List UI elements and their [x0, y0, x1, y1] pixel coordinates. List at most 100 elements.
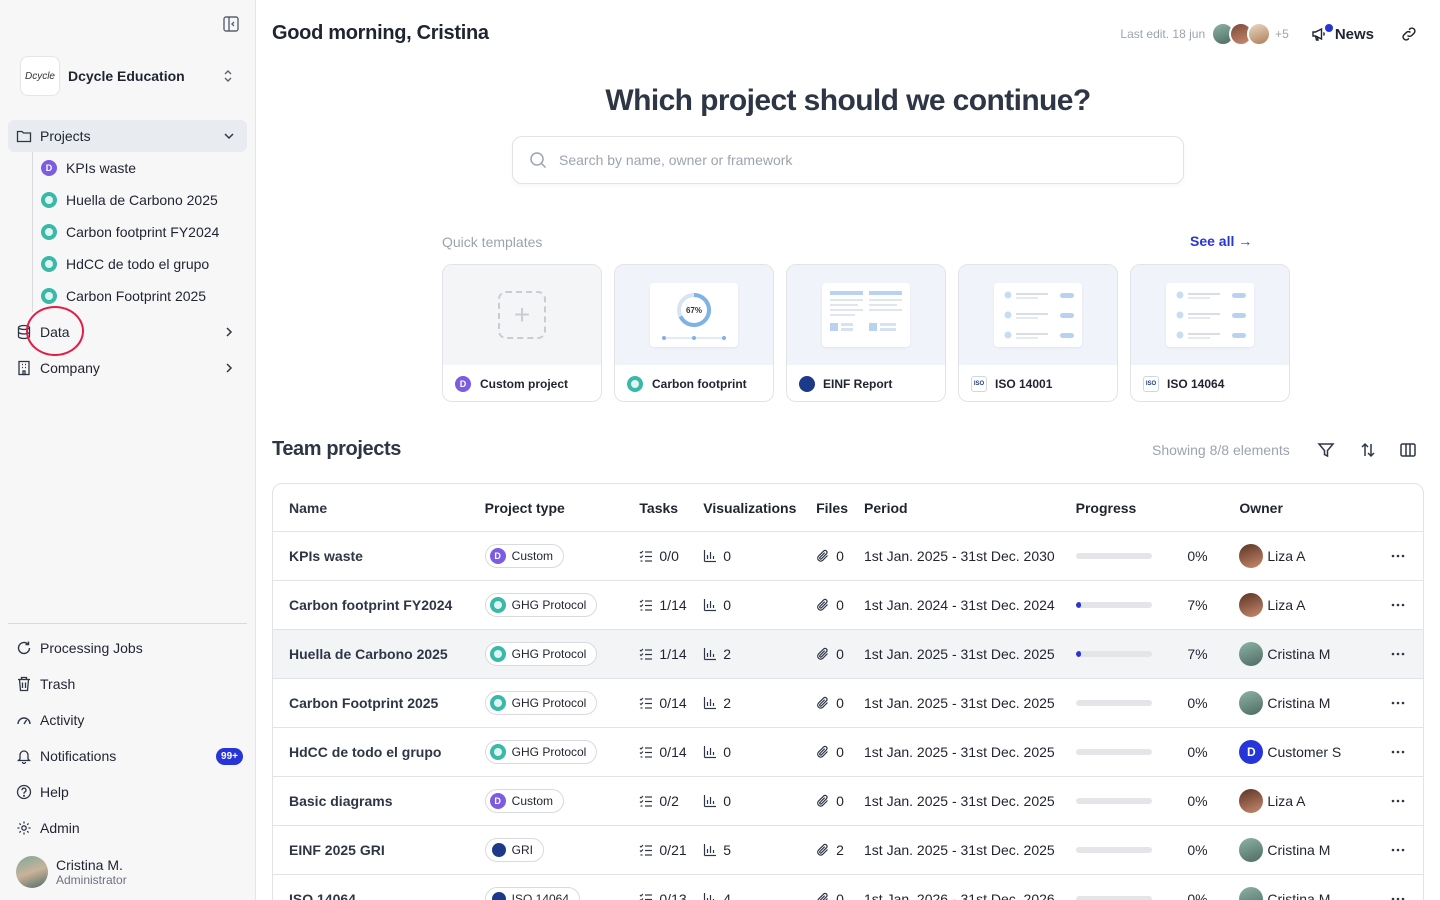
- more-options-icon[interactable]: [1390, 891, 1406, 900]
- project-type-badge: D Custom: [484, 789, 564, 813]
- bar-chart-icon: [704, 550, 717, 563]
- project-name[interactable]: ISO 14064: [273, 891, 485, 900]
- owner-name: Cristina M: [1267, 842, 1331, 858]
- table-row[interactable]: Huella de Carbono 2025 GHG Protocol 1/14 2 0…: [273, 630, 1423, 679]
- project-name[interactable]: EINF 2025 GRI: [273, 842, 485, 858]
- table-row[interactable]: ISO 14064 ISO 14064 0/13 4 0 1st Jan. 2026 - …: [273, 875, 1423, 900]
- sidebar-item-trash[interactable]: Trash: [8, 668, 247, 700]
- sidebar-collapse-icon[interactable]: [222, 15, 240, 33]
- column-header-period[interactable]: Period: [864, 500, 1076, 516]
- collaborators-count: +5: [1275, 27, 1289, 41]
- more-options-icon[interactable]: [1390, 744, 1406, 760]
- column-header-owner[interactable]: Owner: [1239, 500, 1373, 516]
- template-card-carbon-footprint[interactable]: 67% Carbon footprint: [614, 264, 774, 402]
- sidebar-project-item[interactable]: HdCC de todo el grupo: [33, 248, 246, 280]
- iso-icon: ISO: [971, 376, 987, 392]
- sidebar-item-projects[interactable]: Projects: [8, 120, 247, 152]
- checklist-icon: [639, 599, 653, 611]
- link-icon[interactable]: [1400, 25, 1418, 43]
- chevron-up-down-icon: [224, 70, 232, 82]
- sidebar-project-item[interactable]: Huella de Carbono 2025: [33, 184, 246, 216]
- main-content: Good morning, Cristina Last edit. 18 jun…: [256, 0, 1440, 900]
- column-header-type[interactable]: Project type: [485, 500, 640, 516]
- trash-icon: [18, 676, 30, 692]
- project-name[interactable]: Carbon footprint FY2024: [273, 597, 485, 613]
- sidebar-item-help[interactable]: Help: [8, 776, 247, 808]
- tasks-count: 0/14: [659, 744, 687, 760]
- sidebar-item-processing-jobs[interactable]: Processing Jobs: [8, 632, 247, 664]
- bar-chart-icon: [704, 648, 717, 661]
- template-card-iso-14001[interactable]: ISO ISO 14001: [958, 264, 1118, 402]
- more-options-icon[interactable]: [1390, 842, 1406, 858]
- more-options-icon[interactable]: [1390, 597, 1406, 613]
- sidebar-item-activity[interactable]: Activity: [8, 704, 247, 736]
- column-header-name[interactable]: Name: [273, 500, 485, 516]
- see-all-link[interactable]: See all →: [1190, 233, 1252, 249]
- table-row[interactable]: EINF 2025 GRI GRI 0/21 5 2 1st Jan. 2025 - 31…: [273, 826, 1423, 875]
- more-options-icon[interactable]: [1390, 695, 1406, 711]
- progress-bar: [1075, 896, 1152, 900]
- template-label: ISO 14001: [995, 377, 1053, 391]
- progress-bar: [1075, 553, 1152, 559]
- project-name[interactable]: Huella de Carbono 2025: [273, 646, 485, 662]
- showing-count: Showing 8/8 elements: [1152, 442, 1290, 458]
- project-name[interactable]: Basic diagrams: [273, 793, 485, 809]
- column-header-visualizations[interactable]: Visualizations: [703, 500, 816, 516]
- more-options-icon[interactable]: [1390, 548, 1406, 564]
- filter-icon[interactable]: [1317, 441, 1335, 459]
- paperclip-icon: [817, 696, 829, 709]
- table-row[interactable]: KPIs waste D Custom 0/0 0 0 1st Jan. 2025 - 31…: [273, 532, 1423, 581]
- sidebar-item-admin[interactable]: Admin: [8, 812, 247, 844]
- sidebar-project-item[interactable]: Carbon footprint FY2024: [33, 216, 246, 248]
- sidebar-item-notifications[interactable]: Notifications 99+: [8, 740, 247, 772]
- sidebar-item-label: Trash: [40, 676, 76, 692]
- checklist-icon: [639, 746, 653, 758]
- column-header-tasks[interactable]: Tasks: [639, 500, 703, 516]
- column-header-files[interactable]: Files: [816, 500, 864, 516]
- sidebar-item-label: Notifications: [40, 748, 117, 764]
- table-row[interactable]: HdCC de todo el grupo GHG Protocol 0/14 0 0 1…: [273, 728, 1423, 777]
- columns-icon[interactable]: [1399, 441, 1417, 459]
- search-input[interactable]: [559, 152, 1139, 168]
- last-edit-text: Last edit. 18 jun: [1120, 27, 1206, 41]
- more-options-icon[interactable]: [1390, 646, 1406, 662]
- more-options-icon[interactable]: [1390, 793, 1406, 809]
- checklist-icon: [639, 550, 653, 562]
- project-name[interactable]: KPIs waste: [273, 548, 485, 564]
- project-name[interactable]: HdCC de todo el grupo: [273, 744, 485, 760]
- avatar: [16, 856, 48, 888]
- bar-chart-icon: [704, 893, 715, 900]
- bell-icon: [16, 750, 32, 764]
- table-row[interactable]: Carbon footprint FY2024 GHG Protocol 1/14 0…: [273, 581, 1423, 630]
- period-text: 1st Jan. 2025 - 31st Dec. 2025: [864, 646, 1055, 662]
- template-label: EINF Report: [823, 377, 893, 391]
- project-search[interactable]: [512, 136, 1184, 184]
- template-card-custom[interactable]: + D Custom project: [442, 264, 602, 402]
- project-type-label: GHG Protocol: [511, 696, 587, 710]
- sort-icon[interactable]: [1359, 441, 1377, 459]
- project-name[interactable]: Carbon Footprint 2025: [273, 695, 485, 711]
- ghg-project-icon: [41, 288, 57, 304]
- sidebar: Dcycle Dcycle Education Projects D KPIs w…: [0, 0, 256, 900]
- template-card-iso-14064[interactable]: ISO ISO 14064: [1130, 264, 1290, 402]
- org-logo: Dcycle: [20, 56, 60, 96]
- gear-icon: [17, 821, 31, 835]
- help-icon: [16, 784, 32, 800]
- avatar: [1239, 838, 1264, 862]
- period-text: 1st Jan. 2025 - 31st Dec. 2030: [864, 548, 1055, 564]
- sidebar-item-company[interactable]: Company: [8, 352, 247, 384]
- user-profile[interactable]: Cristina M. Administrator: [16, 856, 127, 888]
- owner-name: Customer S: [1267, 744, 1342, 760]
- avatar: [1247, 22, 1272, 46]
- period-text: 1st Jan. 2025 - 31st Dec. 2025: [864, 695, 1055, 711]
- column-header-progress[interactable]: Progress: [1076, 500, 1240, 516]
- sidebar-project-item[interactable]: D KPIs waste: [33, 152, 246, 184]
- template-card-einf[interactable]: EINF Report: [786, 264, 946, 402]
- chevron-right-icon: [226, 363, 233, 373]
- news-button[interactable]: News: [1311, 23, 1374, 43]
- table-row[interactable]: Carbon Footprint 2025 GHG Protocol 0/14 2 0 1…: [273, 679, 1423, 728]
- org-switcher[interactable]: Dcycle Dcycle Education: [20, 56, 244, 96]
- table-row[interactable]: Basic diagrams D Custom 0/2 0 0 1st Jan. 2025 …: [273, 777, 1423, 826]
- owner-name: Liza A: [1267, 597, 1306, 613]
- project-type-badge: GHG Protocol: [484, 593, 598, 617]
